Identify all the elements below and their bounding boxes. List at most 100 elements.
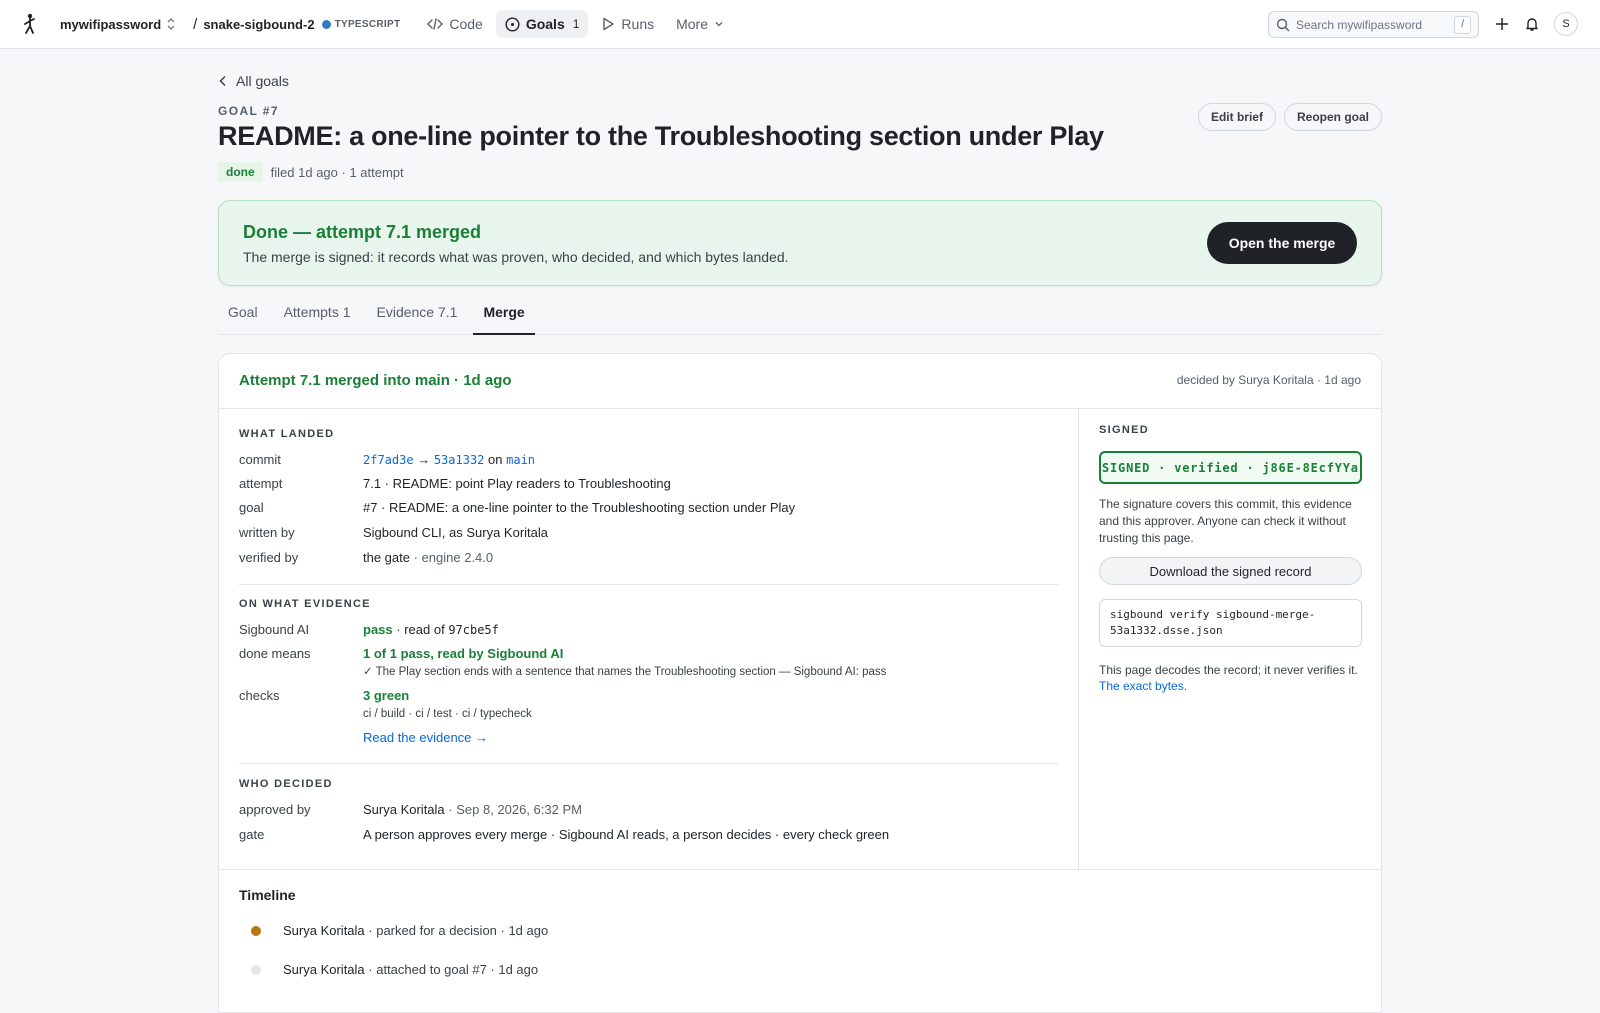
written-label: written by — [239, 525, 295, 540]
merge-card-header: Attempt 7.1 merged into main · 1d ago de… — [219, 354, 1381, 409]
search-placeholder: Search mywifipassword — [1296, 17, 1423, 32]
timeline: Timeline Surya Koritala · parked for a d… — [219, 869, 1381, 997]
signature-description: The signature covers this commit, this e… — [1099, 497, 1352, 545]
done-means-detail: ✓ The Play section ends with a sentence … — [363, 666, 887, 678]
back-link[interactable]: All goals — [218, 73, 289, 89]
goal-link[interactable]: #7 · README: a one-line pointer to the T… — [363, 500, 795, 516]
timeline-dot-icon — [251, 964, 261, 975]
verified-label: verified by — [239, 550, 299, 565]
verified-row: verified by the gate · engine 2.4.0 — [239, 550, 1058, 566]
branch-link[interactable]: main — [506, 453, 535, 467]
breadcrumb-separator: / — [193, 15, 198, 33]
nav-goals-label: Goals — [525, 16, 565, 32]
checks-detail: ci / build · ci / test · ci / typecheck — [363, 708, 532, 720]
ai-read: · read of — [396, 622, 445, 637]
search-input[interactable]: Search mywifipassword / — [1268, 11, 1479, 38]
timeline-item: Surya Koritala · attached to goal #7 · 1… — [239, 959, 1361, 980]
approved-date: · Sep 8, 2026, 6:32 PM — [448, 802, 582, 817]
language-dot — [321, 19, 331, 29]
ai-status: pass — [363, 622, 393, 637]
edit-brief-button[interactable]: Edit brief — [1197, 103, 1276, 131]
done-means-label: done means — [239, 646, 311, 661]
decode-note: This page decodes the record; it never v… — [1099, 662, 1362, 694]
tab-goal[interactable]: Goal — [218, 297, 268, 335]
nav-more-label: More — [676, 16, 709, 32]
search-icon — [1276, 18, 1290, 31]
reopen-goal-button[interactable]: Reopen goal — [1283, 103, 1382, 131]
timeline-text: · attached to goal #7 · 1d ago — [368, 962, 539, 977]
ai-row: Sigbound AI pass · read of 97cbe5f — [239, 622, 1058, 638]
gate-value: A person approves every merge · Sigbound… — [363, 827, 890, 842]
done-means-value: 1 of 1 pass, read by Sigbound AI — [363, 646, 564, 661]
nav-code[interactable]: Code — [418, 10, 491, 38]
written-value: Sigbound CLI, as Surya Koritala — [363, 525, 548, 540]
checks-label: checks — [239, 688, 280, 703]
tab-attempts[interactable]: Attempts 1 — [274, 297, 361, 335]
decode-note-text: This page decodes the record; it never v… — [1099, 663, 1358, 677]
goal-meta-text: filed 1d ago · 1 attempt — [270, 164, 404, 180]
engine-version: · engine 2.4.0 — [413, 550, 494, 565]
commit-row: commit 2f7ad3e → 53a1332 on main — [239, 452, 1058, 468]
chevron-down-icon — [715, 22, 723, 27]
goal-target-icon — [505, 16, 520, 32]
status-badge: done — [218, 162, 263, 182]
what-landed-heading: WHAT LANDED — [239, 428, 335, 440]
decided-by: decided by Surya Koritala · 1d ago — [1176, 373, 1361, 387]
open-merge-button[interactable]: Open the merge — [1207, 222, 1357, 264]
gate-row: gate A person approves every merge · Sig… — [239, 827, 1058, 843]
timeline-title: Timeline — [239, 887, 296, 903]
ai-label: Sigbound AI — [239, 622, 310, 637]
goal-number: GOAL #7 — [218, 104, 279, 118]
ai-hash: 97cbe5f — [448, 623, 499, 637]
back-label: All goals — [236, 73, 289, 89]
nav-runs[interactable]: Runs — [592, 10, 663, 38]
attempt-link[interactable]: 7.1 · README: point Play readers to Trou… — [363, 476, 671, 492]
commit-from-link[interactable]: 2f7ad3e — [363, 453, 414, 467]
signed-panel: SIGNED SIGNED · verified · j86E-8EcfYYa … — [1080, 409, 1381, 869]
commit-to-link[interactable]: 53a1332 — [434, 453, 485, 467]
verified-value: the gate — [363, 550, 410, 565]
verify-command[interactable]: sigbound verify sigbound-merge-53a1332.d… — [1099, 599, 1362, 647]
approver-name: Surya Koritala — [363, 802, 445, 817]
checks-value: 3 green — [363, 688, 410, 703]
nav-more[interactable]: More — [667, 10, 733, 38]
search-shortcut: / — [1454, 15, 1471, 34]
done-means-row: done means 1 of 1 pass, read by Sigbound… — [239, 646, 1058, 680]
approved-label: approved by — [239, 802, 311, 817]
tab-merge[interactable]: Merge — [473, 297, 535, 335]
nav-goals-count: 1 — [572, 17, 580, 31]
avatar[interactable]: S — [1554, 12, 1578, 36]
exact-bytes-link[interactable]: The exact bytes. — [1099, 679, 1187, 693]
app-logo-icon[interactable] — [18, 12, 42, 36]
chevron-left-icon — [219, 75, 226, 87]
bell-icon[interactable] — [1524, 16, 1540, 32]
nav-goals[interactable]: Goals 1 — [495, 10, 589, 38]
checks-row: checks 3 green ci / build · ci / test · … — [239, 688, 1058, 746]
language-label: TYPESCRIPT — [334, 18, 401, 30]
goal-meta: done filed 1d ago · 1 attempt — [218, 162, 404, 182]
top-actions: S — [1494, 12, 1578, 36]
owner-switcher[interactable]: mywifipassword — [60, 17, 161, 32]
commit-arrow: → — [417, 452, 431, 467]
signature-stamp: SIGNED · verified · j86E-8EcfYYa — [1099, 451, 1362, 484]
merge-card: Attempt 7.1 merged into main · 1d ago de… — [218, 353, 1382, 1013]
signed-heading: SIGNED — [1099, 424, 1149, 436]
plus-icon[interactable] — [1494, 16, 1510, 32]
repo-name[interactable]: snake-sigbound-2 — [203, 17, 314, 32]
timeline-text: · parked for a decision · 1d ago — [368, 923, 549, 938]
attempt-row: attempt 7.1 · README: point Play readers… — [239, 476, 1058, 492]
download-record-button[interactable]: Download the signed record — [1099, 557, 1362, 585]
commit-on: on — [488, 452, 503, 467]
code-icon — [427, 18, 444, 30]
timeline-actor: Surya Koritala — [283, 923, 365, 938]
timeline-dot-icon — [251, 925, 261, 936]
written-row: written by Sigbound CLI, as Surya Korita… — [239, 525, 1058, 541]
approved-row: approved by Surya Koritala · Sep 8, 2026… — [239, 802, 1058, 818]
goal-label: goal — [239, 500, 264, 515]
nav-runs-label: Runs — [621, 16, 655, 32]
chevron-updown-icon[interactable] — [167, 18, 175, 30]
top-bar: mywifipassword / snake-sigbound-2 TYPESC… — [0, 0, 1600, 49]
tab-evidence[interactable]: Evidence 7.1 — [367, 297, 468, 335]
page-title: README: a one-line pointer to the Troubl… — [218, 121, 1104, 151]
read-evidence-link[interactable]: Read the evidence → — [363, 730, 532, 746]
